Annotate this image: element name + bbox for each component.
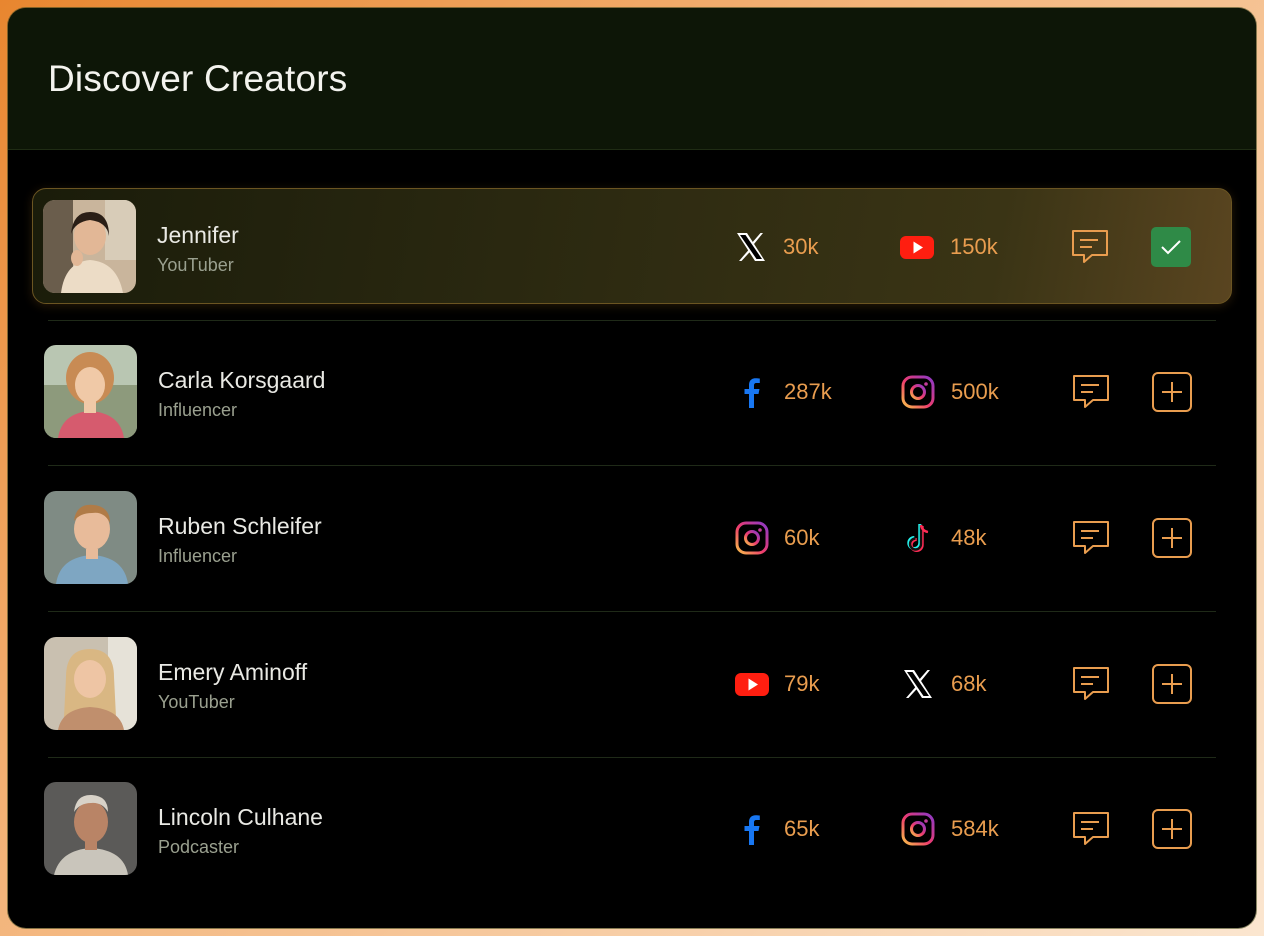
divider (48, 320, 1216, 321)
follower-count: 79k (784, 671, 820, 696)
message-icon (1073, 521, 1109, 554)
added-check-button[interactable] (1151, 227, 1191, 267)
facebook-icon (734, 374, 770, 410)
follower-count: 68k (951, 671, 987, 696)
avatar (44, 637, 137, 730)
creator-name: Ruben Schleifer (158, 513, 322, 539)
add-button[interactable] (1152, 518, 1192, 558)
check-icon (1151, 227, 1191, 267)
plus-icon (1152, 372, 1192, 412)
instagram-icon (900, 811, 936, 847)
facebook-icon (734, 811, 770, 847)
follower-count: 65k (784, 816, 820, 841)
message-button[interactable] (1071, 664, 1111, 704)
message-icon (1073, 667, 1109, 700)
page-title: Discover Creators (48, 58, 348, 99)
avatar (44, 782, 137, 875)
add-button[interactable] (1152, 372, 1192, 412)
message-button[interactable] (1071, 518, 1111, 558)
creator-role: YouTuber (157, 255, 234, 275)
follower-count: 48k (951, 525, 987, 550)
creator-role: Influencer (158, 400, 238, 420)
add-button[interactable] (1152, 664, 1192, 704)
youtube-icon (899, 229, 935, 265)
creator-name: Lincoln Culhane (158, 804, 323, 830)
creator-name: Emery Aminoff (158, 659, 308, 685)
add-button[interactable] (1152, 809, 1192, 849)
message-icon (1073, 812, 1109, 845)
follower-count: 287k (784, 379, 832, 404)
message-icon (1073, 375, 1109, 408)
follower-count: 60k (784, 525, 820, 550)
creator-name: Jennifer (157, 222, 239, 248)
instagram-icon (734, 520, 770, 556)
message-button[interactable] (1071, 809, 1111, 849)
creators-card: Discover Creators Jennifer YouTuber 30k … (8, 8, 1256, 928)
creator-row[interactable]: Lincoln Culhane Podcaster 65k 584k (34, 771, 1230, 887)
creator-role: YouTuber (158, 692, 235, 712)
card-header: Discover Creators (8, 8, 1256, 150)
tiktok-icon (900, 520, 936, 556)
instagram-icon (900, 374, 936, 410)
follower-count: 500k (951, 379, 999, 404)
x-icon (733, 229, 769, 265)
avatar (44, 491, 137, 584)
message-icon (1072, 230, 1108, 263)
divider (48, 611, 1216, 612)
avatar (43, 200, 136, 293)
plus-icon (1152, 518, 1192, 558)
message-button[interactable] (1070, 227, 1110, 267)
creator-name: Carla Korsgaard (158, 367, 326, 393)
creator-row[interactable]: Emery Aminoff YouTuber 79k 68k (34, 626, 1230, 742)
creator-role: Influencer (158, 546, 238, 566)
follower-count: 30k (783, 234, 819, 259)
follower-count: 584k (951, 816, 999, 841)
creator-role: Podcaster (158, 837, 240, 857)
youtube-icon (734, 666, 770, 702)
plus-icon (1152, 809, 1192, 849)
creator-row[interactable]: Ruben Schleifer Influencer 60k 48k (34, 480, 1230, 596)
follower-count: 150k (950, 234, 998, 259)
divider (48, 465, 1216, 466)
x-icon (900, 666, 936, 702)
creator-row[interactable]: Carla Korsgaard Influencer 287k 500k (34, 334, 1230, 450)
creator-row[interactable]: Jennifer YouTuber 30k 150k (32, 188, 1232, 304)
avatar (44, 345, 137, 438)
plus-icon (1152, 664, 1192, 704)
message-button[interactable] (1071, 372, 1111, 412)
divider (48, 757, 1216, 758)
